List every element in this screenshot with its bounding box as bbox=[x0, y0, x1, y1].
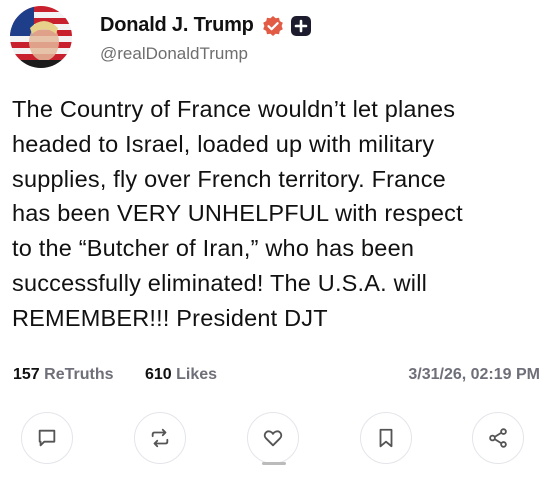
like-button[interactable] bbox=[247, 412, 299, 464]
comment-icon bbox=[38, 429, 56, 447]
post-timestamp[interactable]: 3/31/26, 02:19 PM bbox=[408, 366, 540, 384]
retruths-label: ReTruths bbox=[44, 366, 114, 383]
post-body-line: headed to Israel, loaded up with militar… bbox=[12, 130, 435, 157]
bookmark-button[interactable] bbox=[360, 412, 412, 464]
home-indicator bbox=[262, 462, 286, 465]
post-body-line: has been VERY UNHELPFUL with respect bbox=[12, 200, 463, 227]
reply-button[interactable] bbox=[21, 412, 73, 464]
bookmark-icon bbox=[379, 428, 393, 448]
likes-stat[interactable]: 610 Likes bbox=[145, 366, 217, 384]
post-body-line: to the “Butcher of Iran,” who has been bbox=[12, 235, 415, 262]
likes-count: 610 bbox=[145, 366, 172, 383]
retruths-stat[interactable]: 157 ReTruths bbox=[13, 366, 114, 384]
post-header: Donald J. Trump @realDonaldTrump bbox=[10, 6, 550, 68]
display-name[interactable]: Donald J. Trump bbox=[100, 14, 254, 37]
share-button[interactable] bbox=[472, 412, 524, 464]
post-body-line: The Country of France wouldn’t let plane… bbox=[12, 96, 456, 122]
user-handle[interactable]: @realDonaldTrump bbox=[100, 44, 248, 64]
post-body-line: supplies, fly over French territory. Fra… bbox=[12, 165, 446, 192]
likes-label: Likes bbox=[176, 366, 218, 383]
retruth-icon bbox=[151, 428, 169, 448]
heart-icon bbox=[263, 430, 283, 447]
action-bar bbox=[0, 412, 554, 468]
post-stats: 157 ReTruths 610 Likes 3/31/26, 02:19 PM bbox=[13, 366, 543, 388]
retruths-count: 157 bbox=[13, 366, 40, 383]
avatar[interactable] bbox=[10, 6, 72, 68]
share-icon bbox=[489, 428, 507, 448]
post-body-line: REMEMBER!!! President DJT bbox=[12, 304, 328, 331]
verified-badge-icon bbox=[262, 15, 284, 37]
post-body: The Country of France wouldn’t let plane… bbox=[12, 92, 542, 336]
post-body-line: successfully eliminated! The U.S.A. will bbox=[12, 269, 428, 296]
retruth-button[interactable] bbox=[134, 412, 186, 464]
plus-badge-icon bbox=[290, 15, 312, 37]
